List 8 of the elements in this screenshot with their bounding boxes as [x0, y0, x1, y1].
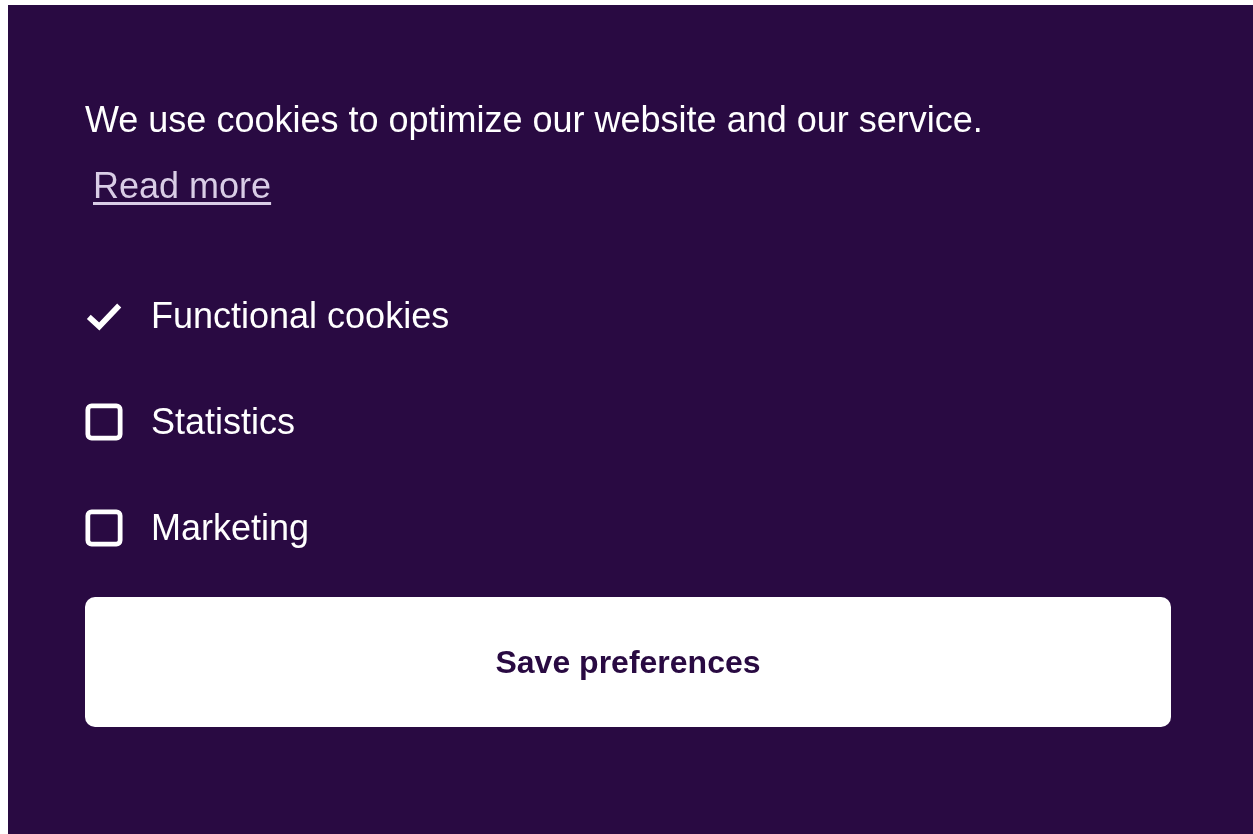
cookie-message: We use cookies to optimize our website and our service.	[85, 98, 983, 142]
checkbox[interactable]	[85, 403, 123, 441]
option-label: Functional cookies	[151, 295, 450, 337]
save-preferences-button[interactable]: Save preferences	[85, 597, 1171, 727]
read-more-link[interactable]: Read more	[93, 165, 272, 207]
checkbox[interactable]	[85, 509, 123, 547]
option-label: Statistics	[151, 401, 296, 443]
option-label: Marketing	[151, 507, 310, 549]
